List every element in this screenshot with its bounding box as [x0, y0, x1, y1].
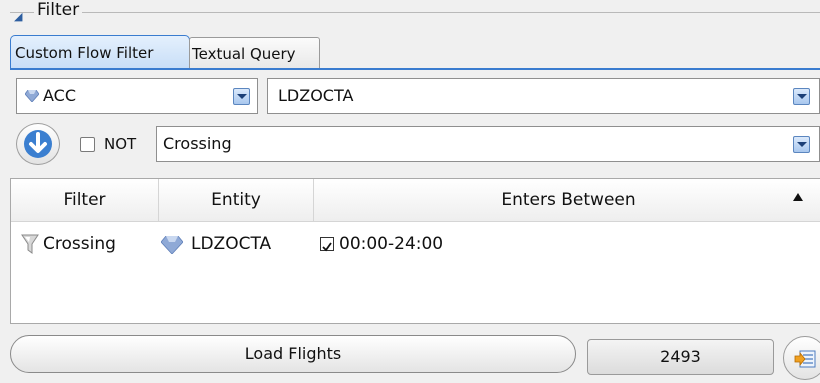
diamond-icon [161, 236, 183, 254]
flight-count: 2493 [587, 339, 774, 375]
level-combobox[interactable]: ACC [16, 78, 258, 114]
column-header-filter[interactable]: Filter [11, 179, 159, 221]
entity-value: LDZOCTA [278, 86, 354, 105]
tab-custom-flow-filter[interactable]: Custom Flow Filter [10, 35, 190, 69]
not-checkbox[interactable] [80, 137, 95, 152]
load-flights-button[interactable]: Load Flights [10, 335, 576, 373]
column-header-enters-between[interactable]: Enters Between [314, 179, 820, 221]
apply-list-icon [794, 350, 816, 368]
apply-filter-button[interactable] [783, 336, 820, 380]
move-down-button[interactable] [16, 123, 60, 165]
collapse-triangle-icon[interactable]: ◢ [14, 10, 22, 24]
filter-type-value: Crossing [163, 134, 232, 153]
checkmark-icon [322, 242, 332, 252]
tab-textual-query[interactable]: Textual Query [189, 37, 320, 69]
not-label: NOT [104, 135, 137, 153]
table-row[interactable]: Crossing LDZOCTA 00:00-24:00 [11, 229, 820, 259]
chevron-down-icon[interactable] [793, 136, 810, 153]
row-enters-between: 00:00-24:00 [339, 234, 444, 254]
column-header-enters-between-label: Enters Between [501, 190, 636, 210]
group-title: Filter [34, 0, 83, 20]
sort-ascending-icon [793, 193, 803, 201]
row-checkbox[interactable] [320, 237, 334, 252]
diamond-icon [25, 90, 39, 102]
table-header: Filter Entity Enters Between [11, 179, 820, 222]
row-entity: LDZOCTA [191, 234, 272, 254]
chevron-down-icon[interactable] [233, 88, 250, 105]
column-header-entity[interactable]: Entity [159, 179, 314, 221]
filter-table: Filter Entity Enters Between Crossing LD… [10, 178, 820, 324]
level-value: ACC [43, 86, 77, 105]
filter-type-combobox[interactable]: Crossing [156, 126, 820, 162]
arrow-down-icon [24, 130, 52, 158]
funnel-icon [21, 234, 39, 254]
entity-combobox[interactable]: LDZOCTA [267, 78, 820, 114]
tab-underline [10, 68, 820, 70]
chevron-down-icon[interactable] [793, 88, 810, 105]
row-filter: Crossing [43, 234, 116, 254]
